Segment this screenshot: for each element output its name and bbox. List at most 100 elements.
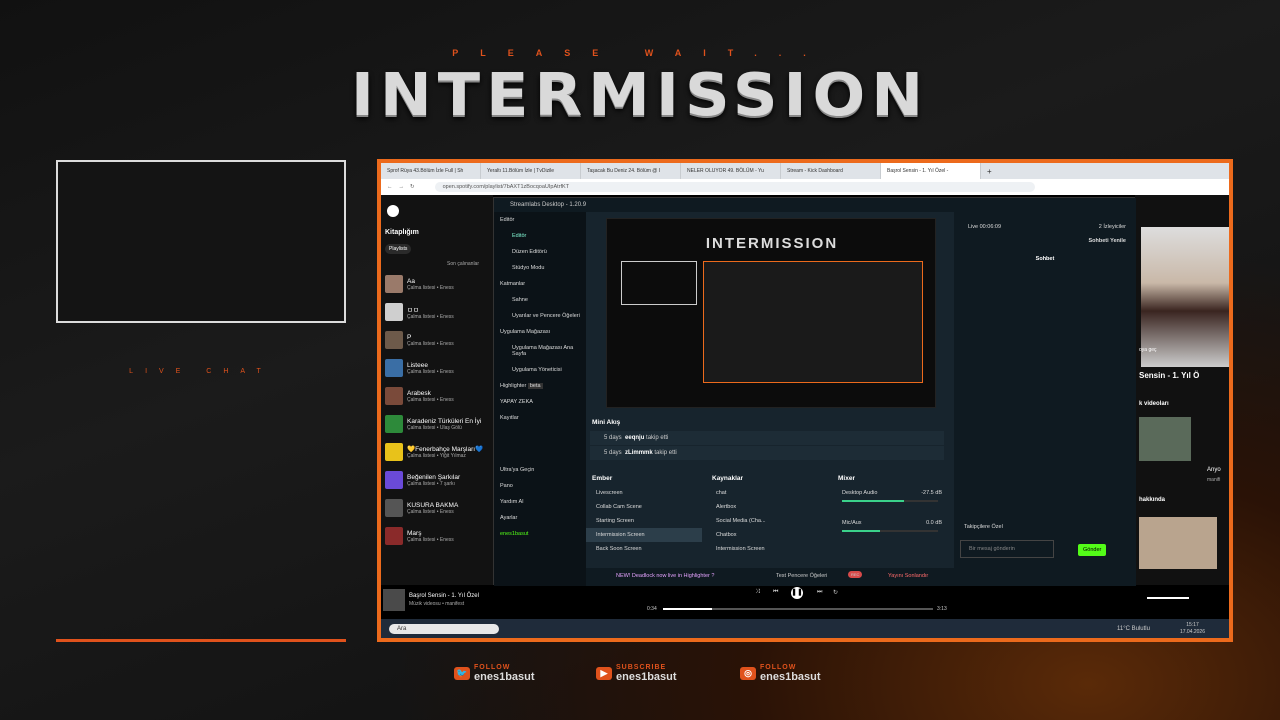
source-item[interactable]: Social Media (Cha... — [706, 514, 828, 528]
clock-time: 15:17 — [1186, 621, 1199, 628]
nav-settings[interactable]: Ayarlar — [494, 510, 586, 526]
end-stream-button[interactable]: Yayını Sonlandır — [888, 573, 928, 579]
playlist-item[interactable]: KUSURA BAKMA Çalma listesi • Eness — [381, 494, 493, 522]
playlist-cover — [385, 359, 403, 377]
feed-time: 5 days — [604, 450, 622, 456]
nav-help[interactable]: Yardım Al — [494, 494, 586, 510]
repeat-icon[interactable]: ↻ — [833, 589, 838, 596]
nav-layers[interactable]: Katmanlar — [494, 276, 586, 292]
channel-name: Mic/Aux — [842, 520, 862, 526]
playlist-item[interactable]: Karadeniz Türküleri En İyi Çalma listesi … — [381, 410, 493, 438]
playlist-meta: Çalma listesi • Yiğit Yılmaz — [407, 453, 466, 459]
beta-badge: beta — [527, 383, 543, 389]
scene-item[interactable]: Starting Screen — [586, 514, 702, 528]
social-youtube: ▶ SUBSCRIBE enes1basut — [596, 664, 677, 683]
browser-tab[interactable]: Stream - Kick Dashboard — [781, 163, 881, 179]
volume-meter[interactable] — [842, 530, 938, 532]
nav-widgets[interactable]: Uyarılar ve Pencere Öğeleri — [494, 308, 586, 324]
source-item[interactable]: chat — [706, 486, 828, 500]
playlist-item[interactable]: Aa Çalma listesi • Eness — [381, 270, 493, 298]
mixer-channel: Mic/Aux 0.0 dB — [832, 516, 948, 530]
new-tab-icon[interactable]: + — [981, 167, 992, 176]
nav-app-store[interactable]: Uygulama Mağazası — [494, 324, 586, 340]
volume-bar[interactable] — [1147, 597, 1189, 599]
nav-highlighter[interactable]: Highlighter beta — [494, 378, 586, 394]
nav-dashboard[interactable]: Pano — [494, 478, 586, 494]
playlist-item[interactable]: Beğenilen Şarkılar Çalma listesi • 7 şark… — [381, 466, 493, 494]
url-field[interactable]: open.spotify.com/playlist/7bAXT1zBocqoaU… — [434, 182, 1035, 192]
chat-input[interactable]: Bir mesaj gönderin — [960, 540, 1054, 558]
forward-icon[interactable]: → — [399, 184, 405, 190]
playlist-item[interactable]: P Çalma listesi • Eness — [381, 326, 493, 354]
playlist-cover — [385, 275, 403, 293]
live-chat-label: LIVE CHAT — [129, 368, 273, 375]
rec-button[interactable]: REC — [848, 571, 863, 578]
viewer-count: 2 İzleyiciler — [1098, 224, 1126, 230]
streamlabs-titlebar: Streamlabs Desktop - 1.20.9 — [494, 198, 1136, 212]
playlist-meta: Çalma listesi • Ulaş Gölü — [407, 424, 462, 431]
progress-track[interactable] — [663, 608, 933, 610]
playlist-meta: Çalma listesi • Eness — [407, 396, 454, 403]
playlist-item[interactable]: Marş Çalma listesi • Eness — [381, 522, 493, 550]
playlist-item[interactable]: Arabesk Çalma listesi • Eness — [381, 382, 493, 410]
browser-tab[interactable]: NELER OLUYOR 49. BÖLÜM - Yu — [681, 163, 781, 179]
youtube-icon: ▶ — [596, 667, 612, 680]
playlist-item[interactable]: ㅁㅁ Çalma listesi • Eness — [381, 298, 493, 326]
mixer-panel: Mixer Desktop Audio -27.5 dB Mic/Aux 0.0… — [832, 472, 948, 568]
go-to-label: oya geç — [1139, 347, 1157, 353]
reload-icon[interactable]: ↻ — [410, 184, 415, 190]
playlist-item[interactable]: Listeee Çalma listesi • Eness — [381, 354, 493, 382]
taskbar-search[interactable]: Ara — [389, 623, 499, 634]
news-text[interactable]: NEW! Deadlock now live in Highlighter ? — [616, 573, 714, 579]
playlist-item[interactable]: 💛Fenerbahçe Marşları💙 Çalma listesi • Yiğ… — [381, 438, 493, 466]
nav-recordings[interactable]: Kayıtlar — [494, 410, 586, 426]
chat-tab[interactable]: Sohbet — [954, 256, 1136, 262]
test-widgets-button[interactable]: Test Pencere Öğeleri — [776, 573, 827, 579]
nav-scene[interactable]: Sahne — [494, 292, 586, 308]
scene-item[interactable]: Back Soon Screen — [586, 542, 702, 556]
nav-store-home[interactable]: Uygulama Mağazası Ana Sayfa — [494, 340, 586, 362]
nav-editor-group[interactable]: Editör — [494, 212, 586, 228]
sources-panel: Kaynaklar chat Alertbox Social Media (Cha.… — [706, 472, 828, 568]
nav-studio-mode[interactable]: Stüdyo Modu — [494, 260, 586, 276]
filter-chip[interactable]: Playlists — [385, 244, 412, 254]
right-label: Anyo — [1207, 467, 1221, 473]
social-twitter: 🐦 FOLLOW enes1basut — [454, 664, 535, 683]
scene-item[interactable]: Collab Cam Scene — [586, 500, 702, 514]
nav-user[interactable]: enes1basut — [494, 526, 586, 542]
browser-tab[interactable]: Yeraltı 11.Bölüm İzle | TvDizile — [481, 163, 581, 179]
previous-icon[interactable]: ⏮ — [773, 589, 778, 596]
browser-tab[interactable]: Taşacak Bu Deniz 24. Bölüm @ I — [581, 163, 681, 179]
playlist-meta: Çalma listesi • Eness — [407, 314, 454, 320]
browser-tab[interactable]: Sprof Rüya 43.Bölüm İzle Full | Sh — [381, 163, 481, 179]
back-icon[interactable]: ← — [387, 184, 393, 190]
channel-db: 0.0 dB — [926, 520, 942, 526]
mixer-channel: Desktop Audio -27.5 dB — [832, 486, 948, 500]
refresh-chat-button[interactable]: Sohbeti Yenile — [1089, 238, 1127, 244]
scene-item[interactable]: Livescreen — [586, 486, 702, 500]
social-handle: enes1basut — [616, 671, 677, 683]
now-playing-artist: Müzik videosu • manifest — [409, 601, 465, 607]
nav-ai[interactable]: YAPAY ZEKA — [494, 394, 586, 410]
nav-ultra[interactable]: Ultra'ya Geçin — [494, 462, 586, 478]
chat-underline — [56, 639, 346, 642]
intermission-title: INTERMISSION — [350, 59, 930, 130]
sort-label[interactable]: Son çalınanlar — [381, 255, 493, 270]
source-item[interactable]: Chatbox — [706, 528, 828, 542]
source-item[interactable]: Intermission Screen — [706, 542, 828, 556]
send-button[interactable]: Gönder — [1078, 544, 1107, 556]
shuffle-icon[interactable]: ⤨ — [755, 589, 760, 596]
nav-editor[interactable]: Editör — [494, 228, 586, 244]
social-handle: enes1basut — [474, 671, 535, 683]
next-icon[interactable]: ⏭ — [817, 589, 822, 596]
video-thumb[interactable] — [1139, 417, 1191, 461]
playlist-list: Aa Çalma listesi • Eness ㅁㅁ Çalma listesi •… — [381, 270, 493, 550]
spotify-library: Kitaplığım Playlists Son çalınanlar Aa Ça… — [381, 195, 493, 585]
browser-tab-active[interactable]: Başrol Sensin - 1. Yıl Özel - — [881, 163, 981, 179]
right-item: hakkında — [1139, 497, 1166, 503]
scene-item[interactable]: Intermission Screen — [586, 528, 702, 542]
nav-app-manager[interactable]: Uygulama Yöneticisi — [494, 362, 586, 378]
source-item[interactable]: Alertbox — [706, 500, 828, 514]
nav-layout-editor[interactable]: Düzen Editörü — [494, 244, 586, 260]
pause-button[interactable]: ❚❚ — [791, 587, 803, 599]
